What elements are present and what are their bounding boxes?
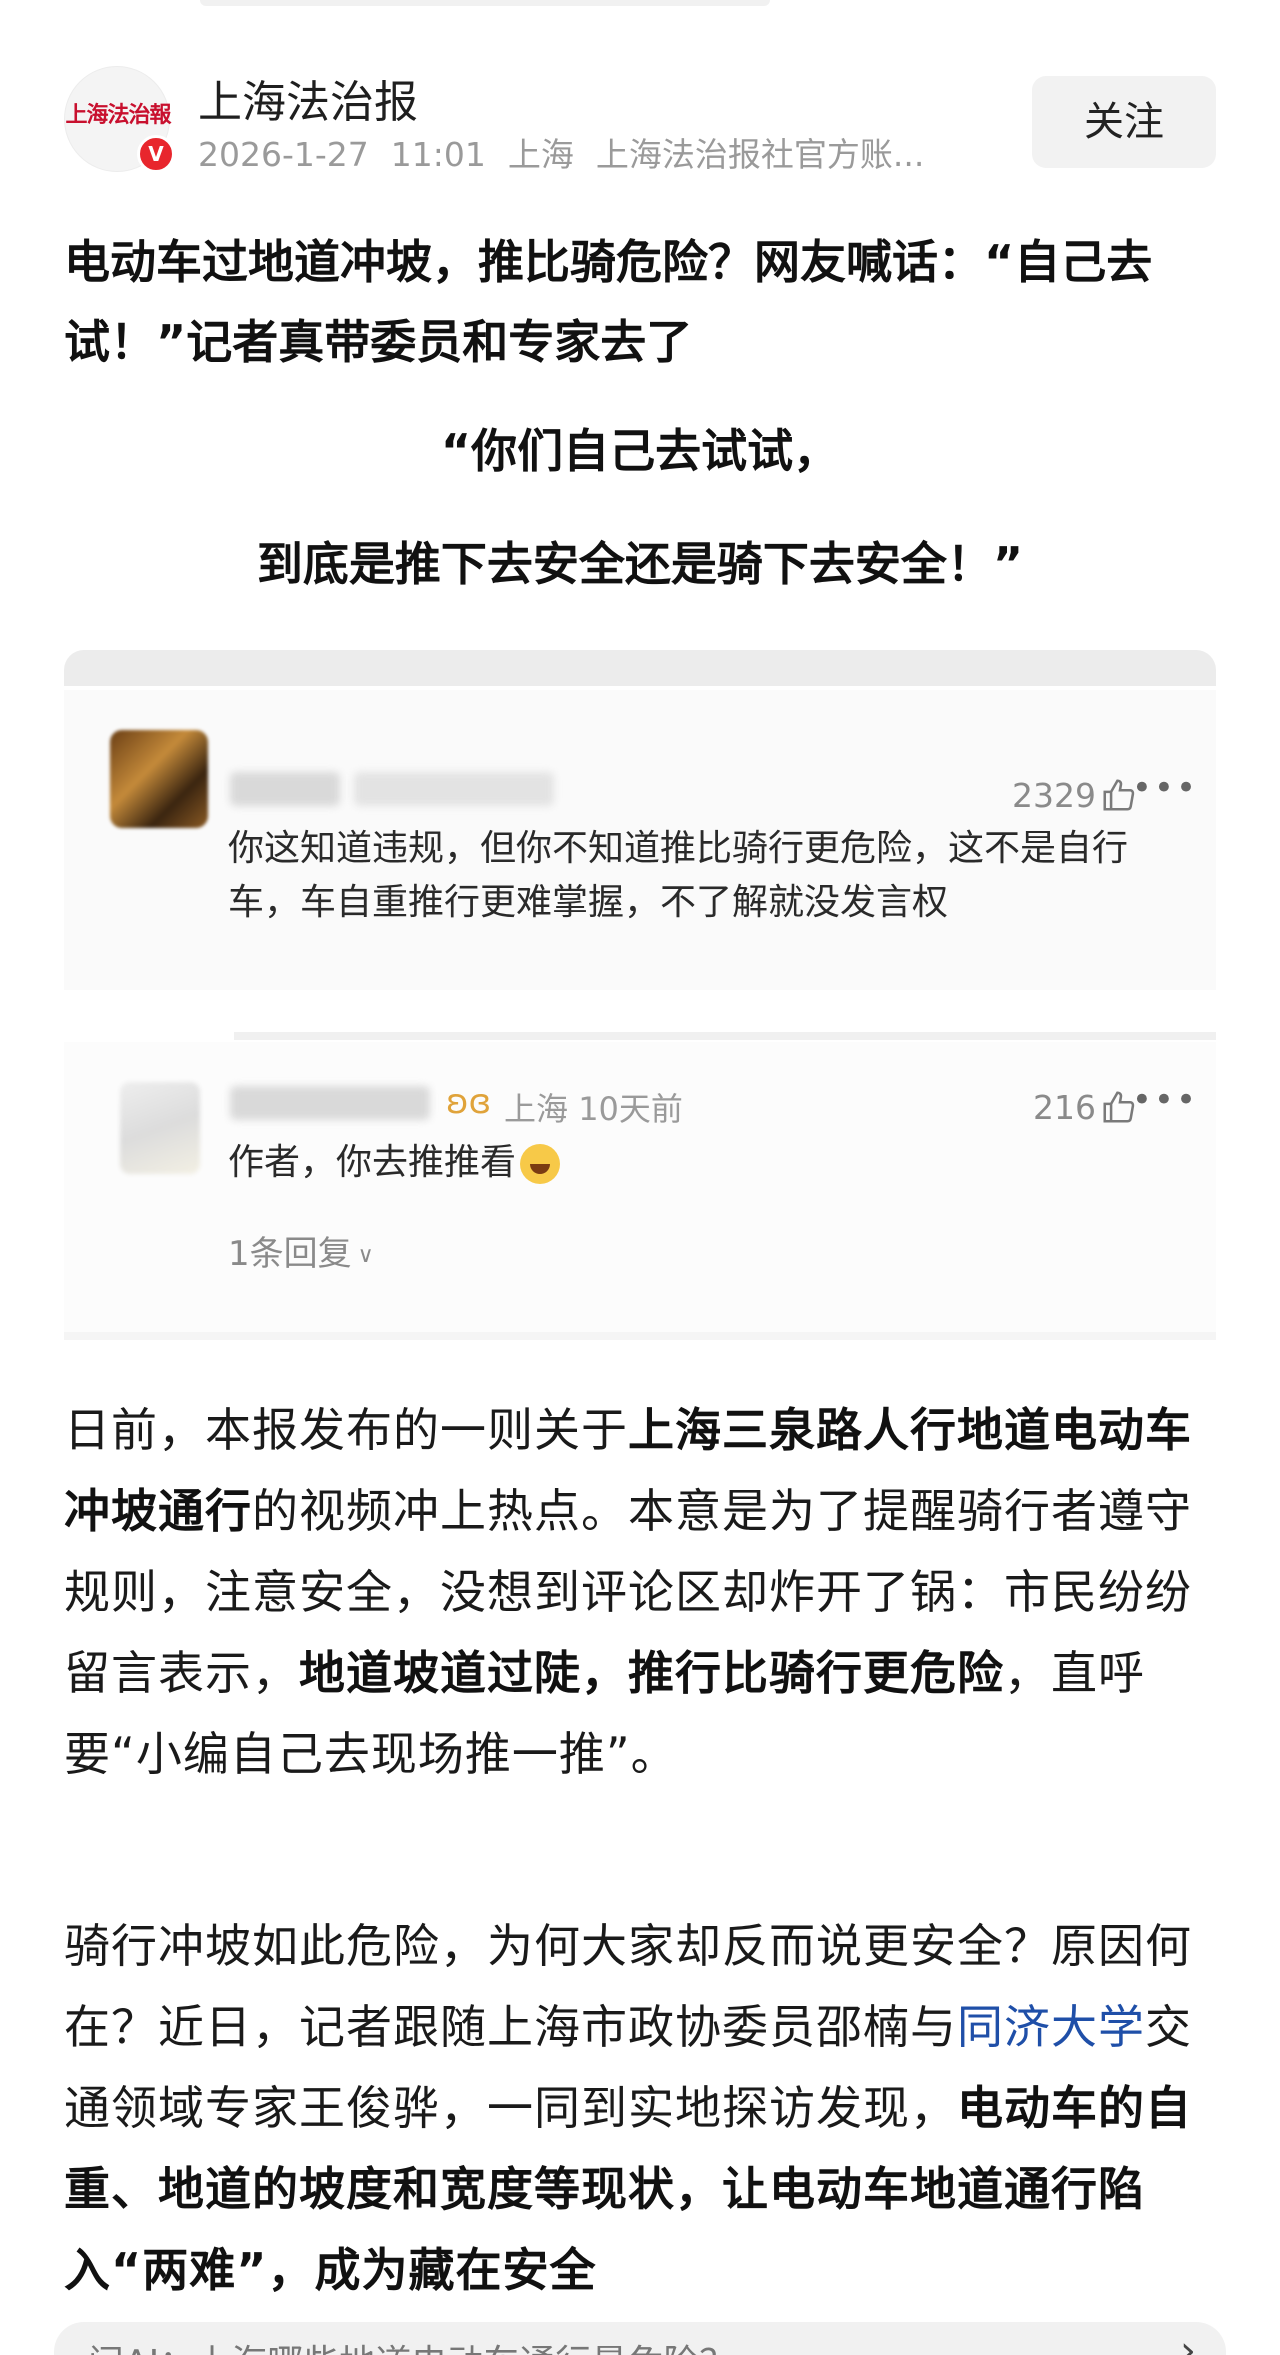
account-name[interactable]: 上海法治报 [198,66,418,130]
account-logo: 上海法治報 [65,102,171,128]
like-count: 2329 [1012,776,1096,815]
quote-line-1: “你们自己去试试， [440,424,840,478]
more-dots-icon[interactable]: ••• [1132,768,1198,808]
laughing-emoji-icon [520,1144,561,1184]
verified-badge-icon: V [137,135,175,173]
replies-toggle[interactable]: 1条回复 ∨ [228,1226,374,1275]
comment-meta: 上海 10天前 [504,1084,683,1130]
article-paragraph: 日前，本报发布的一则关于上海三泉路人行地道电动车冲坡通行的视频冲上热点。本意是为… [64,1390,1216,1795]
comments-top-bar [64,650,1216,686]
comments-bottom-bar [64,1332,1216,1340]
account-meta: 2026-1-27 11:01 上海 上海法治报社官方账... [198,128,1058,176]
like-count: 216 [1033,1088,1096,1127]
comment-text: 作者，你去推推看 [228,1136,561,1190]
commenter-avatar [110,730,208,828]
blurred-username [354,772,554,806]
follow-button[interactable]: 关注 [1032,76,1216,168]
ai-search-text: 问AI：上海哪些地道电动车通行最危险？ [88,2334,1108,2355]
article-title: 电动车过地道冲坡，推比骑危险？网友喊话：“自己去试！”记者真带委员和专家去了 [64,235,1153,369]
post-location: 上海 [507,135,574,174]
para-text: 日前，本报发布的一则关于 [64,1403,628,1457]
chevron-down-icon: ∨ [357,1243,374,1268]
article-paragraph: 骑行冲坡如此危险，为何大家却反而说更安全？原因何在？近日，记者跟随上海市政协委员… [64,1906,1216,2311]
replies-label: 1条回复 [228,1234,352,1274]
comments-screenshot: 2329 ••• 你这知道违规，但你不知道推比骑行更危险，这不是自行车，车自重推… [64,650,1216,1340]
blurred-username [230,772,340,806]
account-description: 上海法治报社官方账... [595,135,925,174]
para-bold-text: 地道坡道过陡，推行比骑行更危险 [299,1646,1004,1700]
post-time: 11:01 [390,135,486,174]
comment-text-content: 作者，你去推推看 [228,1142,517,1183]
comment-location: 上海 [504,1090,569,1128]
comment-item: 2329 ••• 你这知道违规，但你不知道推比骑行更危险，这不是自行车，车自重推… [64,690,1216,990]
top-strip [200,0,770,6]
more-dots-icon[interactable]: ••• [1132,1080,1198,1120]
quote-line-2: 到底是推下去安全还是骑下去安全！” [256,537,1024,591]
account-header: 上海法治報 V 上海法治报 2026-1-27 11:01 上海 上海法治报社官方账.… [64,66,1216,176]
comment-divider [234,1032,1216,1040]
comment-text: 你这知道违规，但你不知道推比骑行更危险，这不是自行车，车自重推行更难掌握，不了解… [228,828,1129,923]
post-date: 2026-1-27 [198,135,369,174]
comment-time: 10天前 [578,1090,683,1128]
vip-wings-icon: ʚɞ [446,1082,492,1122]
comment-item: ʚɞ 上海 10天前 216 ••• 作者，你去推推看 1条回复 ∨ [64,1042,1216,1332]
tongji-university-link[interactable]: 同济大学 [957,2000,1145,2054]
blurred-username [230,1086,430,1120]
chevron-right-icon[interactable]: › [1180,2328,1196,2355]
ai-search-bar[interactable]: 问AI：上海哪些地道电动车通行最危险？ › [54,2322,1226,2355]
account-avatar[interactable]: 上海法治報 V [64,66,175,173]
commenter-avatar [120,1082,200,1174]
